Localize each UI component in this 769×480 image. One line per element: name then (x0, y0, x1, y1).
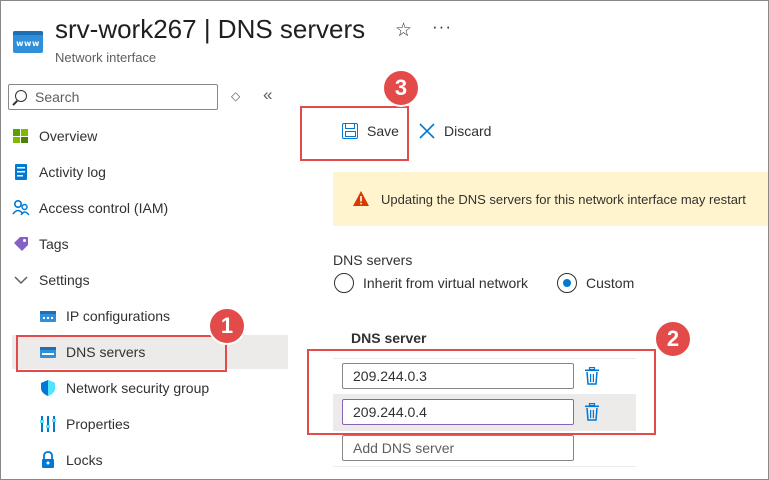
sidebar-item-label: Overview (39, 128, 98, 144)
page-subtitle: Network interface (55, 50, 157, 65)
warning-icon (353, 191, 369, 206)
search-icon (15, 90, 27, 102)
iam-icon (12, 199, 30, 217)
tag-icon (12, 235, 30, 253)
sidebar-item-label: Locks (66, 452, 103, 468)
sidebar-item-label: Access control (IAM) (39, 200, 169, 216)
sidebar-item-locks[interactable]: Locks (39, 443, 103, 477)
shield-icon (39, 379, 57, 397)
sidebar-item-ip-configurations[interactable]: IP configurations (39, 299, 170, 333)
sidebar-item-label: Network security group (66, 380, 210, 396)
callout-badge-3: 3 (382, 69, 420, 107)
sidebar-item-network-security-group[interactable]: Network security group (39, 371, 209, 405)
collapse-sidebar-icon[interactable]: « (263, 85, 272, 105)
sidebar-item-label: Tags (39, 236, 69, 252)
sidebar-item-tags[interactable]: Tags (12, 227, 69, 261)
warning-text: Updating the DNS servers for this networ… (381, 191, 746, 207)
ip-config-icon (39, 307, 57, 325)
activity-log-icon (12, 163, 30, 181)
sidebar-item-access-control[interactable]: Access control (IAM) (12, 191, 168, 225)
add-dns-server-field[interactable] (342, 435, 574, 461)
sidebar-item-activity-log[interactable]: Activity log (12, 155, 106, 189)
warning-banner: Updating the DNS servers for this networ… (333, 172, 769, 226)
dns-server-column-header: DNS server (351, 330, 427, 346)
sort-icon[interactable]: ◇ (231, 89, 240, 103)
callout-badge-2: 2 (654, 320, 692, 358)
search-box[interactable] (8, 84, 218, 110)
lock-icon (39, 451, 57, 469)
callout-box-save (300, 106, 409, 161)
properties-icon (39, 415, 57, 433)
callout-badge-1: 1 (208, 307, 246, 345)
sidebar-item-overview[interactable]: Overview (12, 119, 97, 153)
sidebar-item-label: Settings (39, 272, 90, 288)
callout-box-dns-servers (16, 335, 227, 372)
custom-radio[interactable]: Custom (557, 273, 634, 293)
callout-box-dns-list (307, 349, 656, 435)
inherit-label: Inherit from virtual network (363, 275, 528, 291)
radio-circle-checked (557, 273, 577, 293)
network-interface-icon: www (13, 31, 43, 53)
divider (333, 466, 636, 467)
custom-label: Custom (586, 275, 635, 291)
sidebar-item-label: Properties (66, 416, 130, 432)
sidebar-item-settings[interactable]: Settings (12, 263, 90, 297)
search-input[interactable] (35, 88, 211, 106)
page-title: srv-work267 | DNS servers (55, 14, 366, 44)
close-icon (418, 122, 436, 140)
table-row (333, 431, 636, 466)
radio-circle (334, 273, 354, 293)
sidebar-item-label: IP configurations (66, 308, 171, 324)
sidebar-item-properties[interactable]: Properties (39, 407, 130, 441)
discard-button[interactable]: Discard (418, 118, 491, 144)
overview-icon (12, 127, 30, 145)
dns-servers-section-label: DNS servers (333, 252, 413, 268)
inherit-radio[interactable]: Inherit from virtual network (334, 273, 528, 293)
discard-label: Discard (444, 123, 492, 139)
more-options-icon[interactable]: ··· (432, 17, 452, 37)
favorite-star-icon[interactable]: ☆ (395, 19, 412, 42)
chevron-down-icon (12, 271, 30, 289)
sidebar-item-label: Activity log (39, 164, 106, 180)
